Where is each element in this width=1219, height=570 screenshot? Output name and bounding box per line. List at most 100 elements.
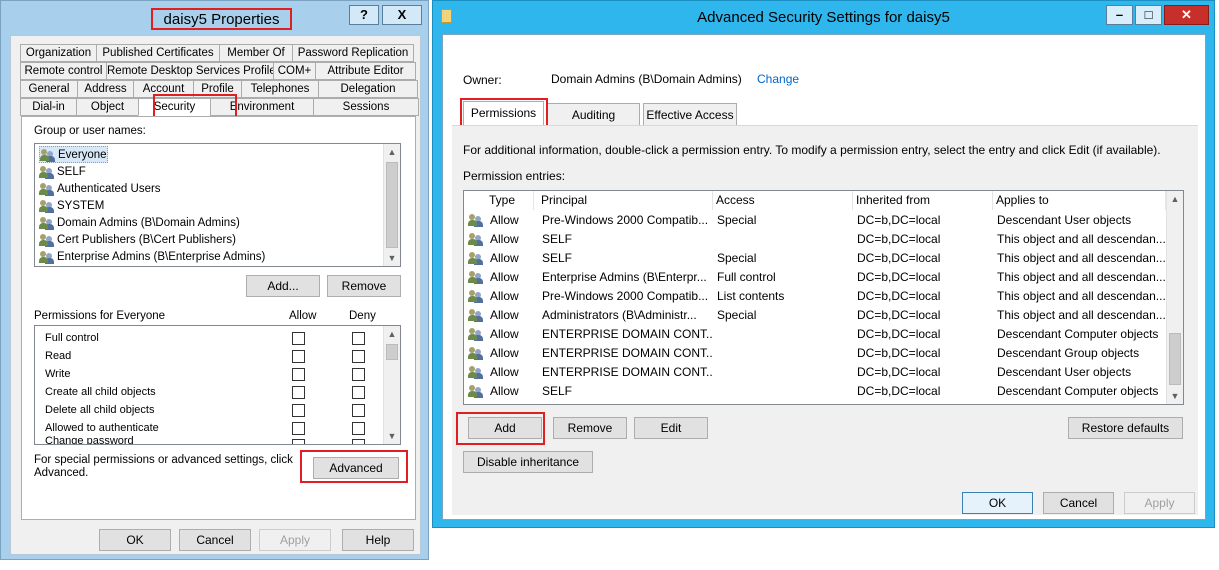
column-header-access[interactable]: Access [713, 191, 853, 210]
allow-checkbox[interactable] [292, 332, 305, 345]
tab-remote-control[interactable]: Remote control [20, 62, 107, 80]
maximize-button[interactable]: □ [1135, 5, 1162, 25]
table-row[interactable]: Allow Enterprise Admins (B\Enterpr... Full… [464, 268, 1166, 287]
column-header-principal[interactable]: Principal [538, 191, 713, 210]
scroll-down-icon[interactable]: ▼ [384, 250, 400, 266]
allow-checkbox[interactable] [292, 350, 305, 363]
deny-checkbox[interactable] [352, 439, 365, 444]
tab-effective-access[interactable]: Effective Access [643, 103, 737, 126]
help-title-button[interactable]: ? [349, 5, 379, 25]
list-item[interactable]: Everyone [39, 146, 108, 163]
scroll-thumb[interactable] [386, 162, 398, 248]
allow-checkbox[interactable] [292, 404, 305, 417]
tab-delegation[interactable]: Delegation [318, 80, 418, 98]
allow-checkbox[interactable] [292, 368, 305, 381]
ok-button[interactable]: OK [962, 492, 1033, 514]
cancel-button[interactable]: Cancel [1043, 492, 1114, 514]
tab-auditing[interactable]: Auditing [547, 103, 640, 126]
table-row[interactable]: Allow ENTERPRISE DOMAIN CONT... DC=b,DC=lo… [464, 363, 1166, 382]
table-row[interactable]: Allow Pre-Windows 2000 Compatib... Special… [464, 211, 1166, 230]
allow-checkbox[interactable] [292, 386, 305, 399]
tab-organization[interactable]: Organization [20, 44, 97, 62]
apply-button[interactable]: Apply [1124, 492, 1195, 514]
list-item[interactable]: Cert Publishers (B\Cert Publishers) [39, 231, 236, 248]
add-entry-button[interactable]: Add [468, 417, 542, 439]
tab-address[interactable]: Address [77, 80, 134, 98]
table-scrollbar[interactable]: ▲ ▼ [1166, 191, 1183, 404]
list-item[interactable]: Enterprise Admins (B\Enterprise Admins) [39, 248, 265, 265]
table-cell: ENTERPRISE DOMAIN CONT... [542, 365, 712, 379]
close-button[interactable]: ✕ [1164, 5, 1209, 25]
table-row[interactable]: Allow SELF Special DC=b,DC=local This object… [464, 249, 1166, 268]
help-button[interactable]: Help [342, 529, 414, 551]
minimize-button[interactable]: – [1106, 5, 1133, 25]
permissions-scrollbar[interactable]: ▲ ▼ [383, 326, 400, 444]
tab-dial-in[interactable]: Dial-in [20, 98, 77, 116]
deny-checkbox[interactable] [352, 386, 365, 399]
permissions-label: Permissions for Everyone [34, 310, 166, 322]
list-item[interactable]: Domain Admins (B\Domain Admins) [39, 214, 240, 231]
table-cell: This object and all descendan... [997, 270, 1166, 284]
tab-general[interactable]: General [20, 80, 78, 98]
tab-published-certificates[interactable]: Published Certificates [96, 44, 220, 62]
list-item[interactable]: Authenticated Users [39, 180, 161, 197]
group-list-scrollbar[interactable]: ▲ ▼ [383, 144, 400, 266]
change-owner-link[interactable]: Change [757, 72, 799, 86]
restore-defaults-button[interactable]: Restore defaults [1068, 417, 1183, 439]
table-row[interactable]: Allow Administrators (B\Administr... Speci… [464, 306, 1166, 325]
allow-checkbox[interactable] [292, 422, 305, 435]
column-header-applies-to[interactable]: Applies to [993, 191, 1166, 210]
column-header-inherited-from[interactable]: Inherited from [853, 191, 993, 210]
close-button[interactable]: X [382, 5, 422, 25]
advanced-button[interactable]: Advanced [313, 457, 399, 479]
scroll-up-icon[interactable]: ▲ [1167, 191, 1183, 207]
list-item[interactable]: SYSTEM [39, 197, 104, 214]
table-cell: DC=b,DC=local [857, 213, 941, 227]
edit-entry-button[interactable]: Edit [634, 417, 708, 439]
tab-security[interactable]: Security [138, 98, 211, 116]
scroll-down-icon[interactable]: ▼ [1167, 388, 1183, 404]
deny-checkbox[interactable] [352, 368, 365, 381]
tab-object[interactable]: Object [76, 98, 139, 116]
tab-password-replication[interactable]: Password Replication [292, 44, 414, 62]
column-header-type[interactable]: Type [486, 191, 534, 210]
scroll-thumb[interactable] [386, 344, 398, 360]
table-row[interactable]: Allow Pre-Windows 2000 Compatib... List co… [464, 287, 1166, 306]
tab-attribute-editor[interactable]: Attribute Editor [315, 62, 416, 80]
tab-environment[interactable]: Environment [210, 98, 314, 116]
table-cell: Special [717, 308, 757, 322]
scroll-up-icon[interactable]: ▲ [384, 144, 400, 160]
group-list[interactable]: Everyone SELF Authenticated Users SYSTEM… [34, 143, 401, 267]
table-row[interactable]: Allow ENTERPRISE DOMAIN CONT... DC=b,DC=lo… [464, 344, 1166, 363]
table-row[interactable]: Allow ENTERPRISE DOMAIN CONT... DC=b,DC=lo… [464, 325, 1166, 344]
deny-checkbox[interactable] [352, 404, 365, 417]
tab-profile[interactable]: Profile [193, 80, 242, 98]
list-item[interactable]: SELF [39, 163, 86, 180]
allow-checkbox[interactable] [292, 439, 305, 444]
apply-button[interactable]: Apply [259, 529, 331, 551]
disable-inheritance-button[interactable]: Disable inheritance [463, 451, 593, 473]
permission-entries-table[interactable]: Type Principal Access Inherited from App… [463, 190, 1184, 405]
deny-checkbox[interactable] [352, 350, 365, 363]
scroll-up-icon[interactable]: ▲ [384, 326, 400, 342]
table-cell: SELF [542, 251, 573, 265]
tab-permissions[interactable]: Permissions [463, 101, 544, 126]
deny-checkbox[interactable] [352, 422, 365, 435]
remove-entry-button[interactable]: Remove [553, 417, 627, 439]
tab-com-plus[interactable]: COM+ [273, 62, 316, 80]
tab-telephones[interactable]: Telephones [241, 80, 319, 98]
table-row[interactable]: Allow SELF DC=b,DC=local Descendant Compute… [464, 382, 1166, 401]
deny-checkbox[interactable] [352, 332, 365, 345]
properties-dialog: daisy5 Properties ? X Organization Publi… [0, 0, 429, 560]
scroll-down-icon[interactable]: ▼ [384, 428, 400, 444]
tab-member-of[interactable]: Member Of [219, 44, 293, 62]
tab-remote-desktop-services-profile[interactable]: Remote Desktop Services Profile [106, 62, 274, 80]
tab-sessions[interactable]: Sessions [313, 98, 419, 116]
ok-button[interactable]: OK [99, 529, 171, 551]
table-row[interactable]: Allow SELF DC=b,DC=local This object and al… [464, 230, 1166, 249]
add-button[interactable]: Add... [246, 275, 320, 297]
tab-account[interactable]: Account [133, 80, 194, 98]
cancel-button[interactable]: Cancel [179, 529, 251, 551]
scroll-thumb[interactable] [1169, 333, 1181, 385]
remove-button[interactable]: Remove [327, 275, 401, 297]
